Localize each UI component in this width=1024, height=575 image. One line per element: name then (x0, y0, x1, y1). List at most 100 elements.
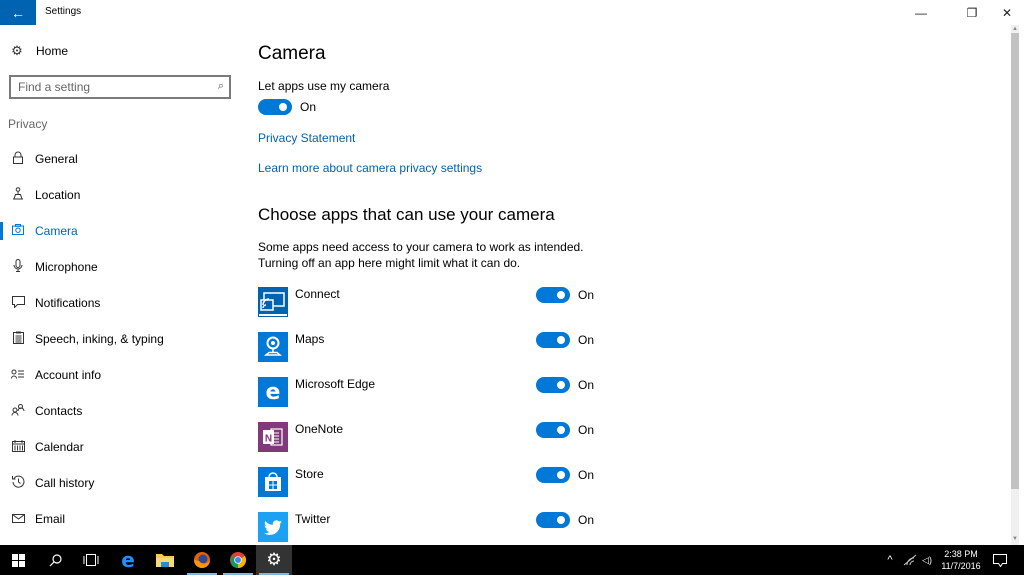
app-row-onenote: N OneNote On (258, 422, 618, 454)
apps-description-line: Some apps need access to your camera to … (258, 240, 584, 254)
restore-button[interactable]: ❐ (955, 0, 989, 25)
taskbar-firefox[interactable] (184, 545, 220, 575)
onenote-camera-toggle[interactable] (536, 422, 570, 438)
start-button[interactable] (0, 545, 36, 575)
store-camera-toggle[interactable] (536, 467, 570, 483)
sidebar-item-location[interactable]: Location (0, 177, 240, 213)
taskbar-settings[interactable]: ⚙ (256, 545, 292, 575)
back-button[interactable]: ← (0, 0, 36, 25)
app-toggle-row: On (536, 467, 594, 483)
folder-icon (156, 554, 174, 567)
sidebar: ⚙ Home ⌕ Privacy General Location Camera… (0, 25, 240, 545)
app-name: OneNote (295, 422, 344, 436)
close-button[interactable]: ✕ (990, 0, 1024, 25)
toggle-state: On (578, 378, 595, 392)
search-input[interactable] (11, 77, 201, 97)
master-camera-toggle[interactable] (258, 99, 292, 115)
calendar-icon (11, 439, 25, 455)
app-row-connect: Connect On (258, 287, 618, 319)
minimize-button[interactable]: — (904, 0, 938, 25)
toggle-state: On (578, 513, 595, 527)
search-icon (49, 553, 62, 566)
app-name: Microsoft Edge (295, 377, 376, 391)
clock-date: 11/7/2016 (941, 561, 981, 571)
task-view-button[interactable] (73, 545, 109, 575)
sidebar-item-notifications[interactable]: Notifications (0, 285, 240, 321)
network-button[interactable] (900, 545, 920, 575)
connect-camera-toggle[interactable] (536, 287, 570, 303)
action-center-button[interactable] (990, 545, 1010, 575)
sidebar-item-microphone[interactable]: Microphone (0, 249, 240, 285)
show-hidden-icons-button[interactable]: ^ (882, 545, 898, 575)
taskbar-file-explorer[interactable] (147, 545, 183, 575)
privacy-statement-link[interactable]: Privacy Statement (258, 131, 355, 145)
sidebar-item-label: Calendar (35, 440, 84, 454)
sidebar-item-camera[interactable]: Camera (0, 213, 240, 249)
toggle-state: On (578, 423, 595, 437)
app-toggle-row: On (536, 377, 594, 393)
sidebar-item-label: Account info (35, 368, 102, 382)
master-toggle-row: On (258, 99, 316, 115)
chevron-up-icon: ^ (887, 554, 893, 566)
svg-text:N: N (265, 434, 272, 445)
app-row-twitter: Twitter On (258, 512, 618, 544)
sidebar-item-speech[interactable]: Speech, inking, & typing (0, 321, 240, 357)
scroll-down-arrow-icon[interactable]: ▼ (1011, 535, 1019, 543)
windows-logo-icon (11, 553, 25, 567)
main-content: Camera Let apps use my camera On Privacy… (258, 25, 998, 545)
sidebar-item-email[interactable]: Email (0, 501, 240, 537)
page-title: Camera (258, 43, 326, 64)
sidebar-item-label: General (35, 152, 78, 166)
lock-icon (11, 151, 25, 167)
call-history-icon (11, 475, 25, 491)
toggle-state: On (578, 333, 595, 347)
account-info-icon (11, 368, 25, 382)
settings-gear-icon: ⚙ (266, 550, 282, 569)
location-icon (11, 187, 25, 203)
sidebar-item-label: Location (35, 188, 81, 202)
app-row-edge: e Microsoft Edge On (258, 377, 618, 409)
taskbar-search-button[interactable] (37, 545, 73, 575)
sidebar-item-label: Call history (35, 476, 95, 490)
search-icon[interactable]: ⌕ (218, 80, 224, 93)
notifications-icon (11, 295, 25, 311)
maps-camera-toggle[interactable] (536, 332, 570, 348)
apps-description: Some apps need access to your camera to … (258, 239, 584, 271)
sidebar-item-calendar[interactable]: Calendar (0, 429, 240, 465)
scroll-up-arrow-icon[interactable]: ▲ (1011, 25, 1019, 33)
close-icon: ✕ (1001, 5, 1013, 20)
master-toggle-label: Let apps use my camera (258, 79, 390, 93)
clock[interactable]: 2:38 PM 11/7/2016 (935, 548, 987, 572)
taskbar-edge[interactable]: e (110, 545, 146, 575)
app-row-maps: Maps On (258, 332, 618, 364)
app-toggle-row: On (536, 332, 594, 348)
settings-window: ← Settings — ❐ ✕ ⚙ Home ⌕ Privacy Genera… (0, 0, 1024, 545)
app-name: Store (295, 467, 324, 481)
scrollbar[interactable]: ▲ ▼ (1011, 25, 1019, 545)
sidebar-item-call-history[interactable]: Call history (0, 465, 240, 501)
restore-icon: ❐ (966, 5, 978, 20)
scrollbar-thumb[interactable] (1011, 33, 1019, 489)
sidebar-item-contacts[interactable]: Contacts (0, 393, 240, 429)
search-box[interactable]: ⌕ (9, 75, 231, 99)
volume-button[interactable]: ◁) (918, 545, 936, 575)
edge-app-icon: e (258, 377, 288, 407)
app-name: Twitter (295, 512, 331, 526)
camera-icon (11, 224, 25, 238)
edge-camera-toggle[interactable] (536, 377, 570, 393)
firefox-icon (194, 552, 210, 568)
sidebar-item-label: Email (35, 512, 66, 526)
sidebar-item-account-info[interactable]: Account info (0, 357, 240, 393)
edge-glyph: e (265, 379, 281, 405)
sidebar-item-label: Speech, inking, & typing (35, 332, 164, 346)
sidebar-home[interactable]: ⚙ Home (10, 43, 68, 59)
master-toggle-state: On (300, 100, 317, 114)
home-gear-icon: ⚙ (11, 43, 23, 58)
onenote-app-icon: N (258, 422, 288, 452)
learn-more-link[interactable]: Learn more about camera privacy settings (258, 161, 482, 175)
action-center-icon (993, 553, 1007, 567)
taskbar-chrome[interactable] (220, 545, 256, 575)
twitter-camera-toggle[interactable] (536, 512, 570, 528)
sidebar-item-label: Notifications (35, 296, 101, 310)
sidebar-item-general[interactable]: General (0, 141, 240, 177)
